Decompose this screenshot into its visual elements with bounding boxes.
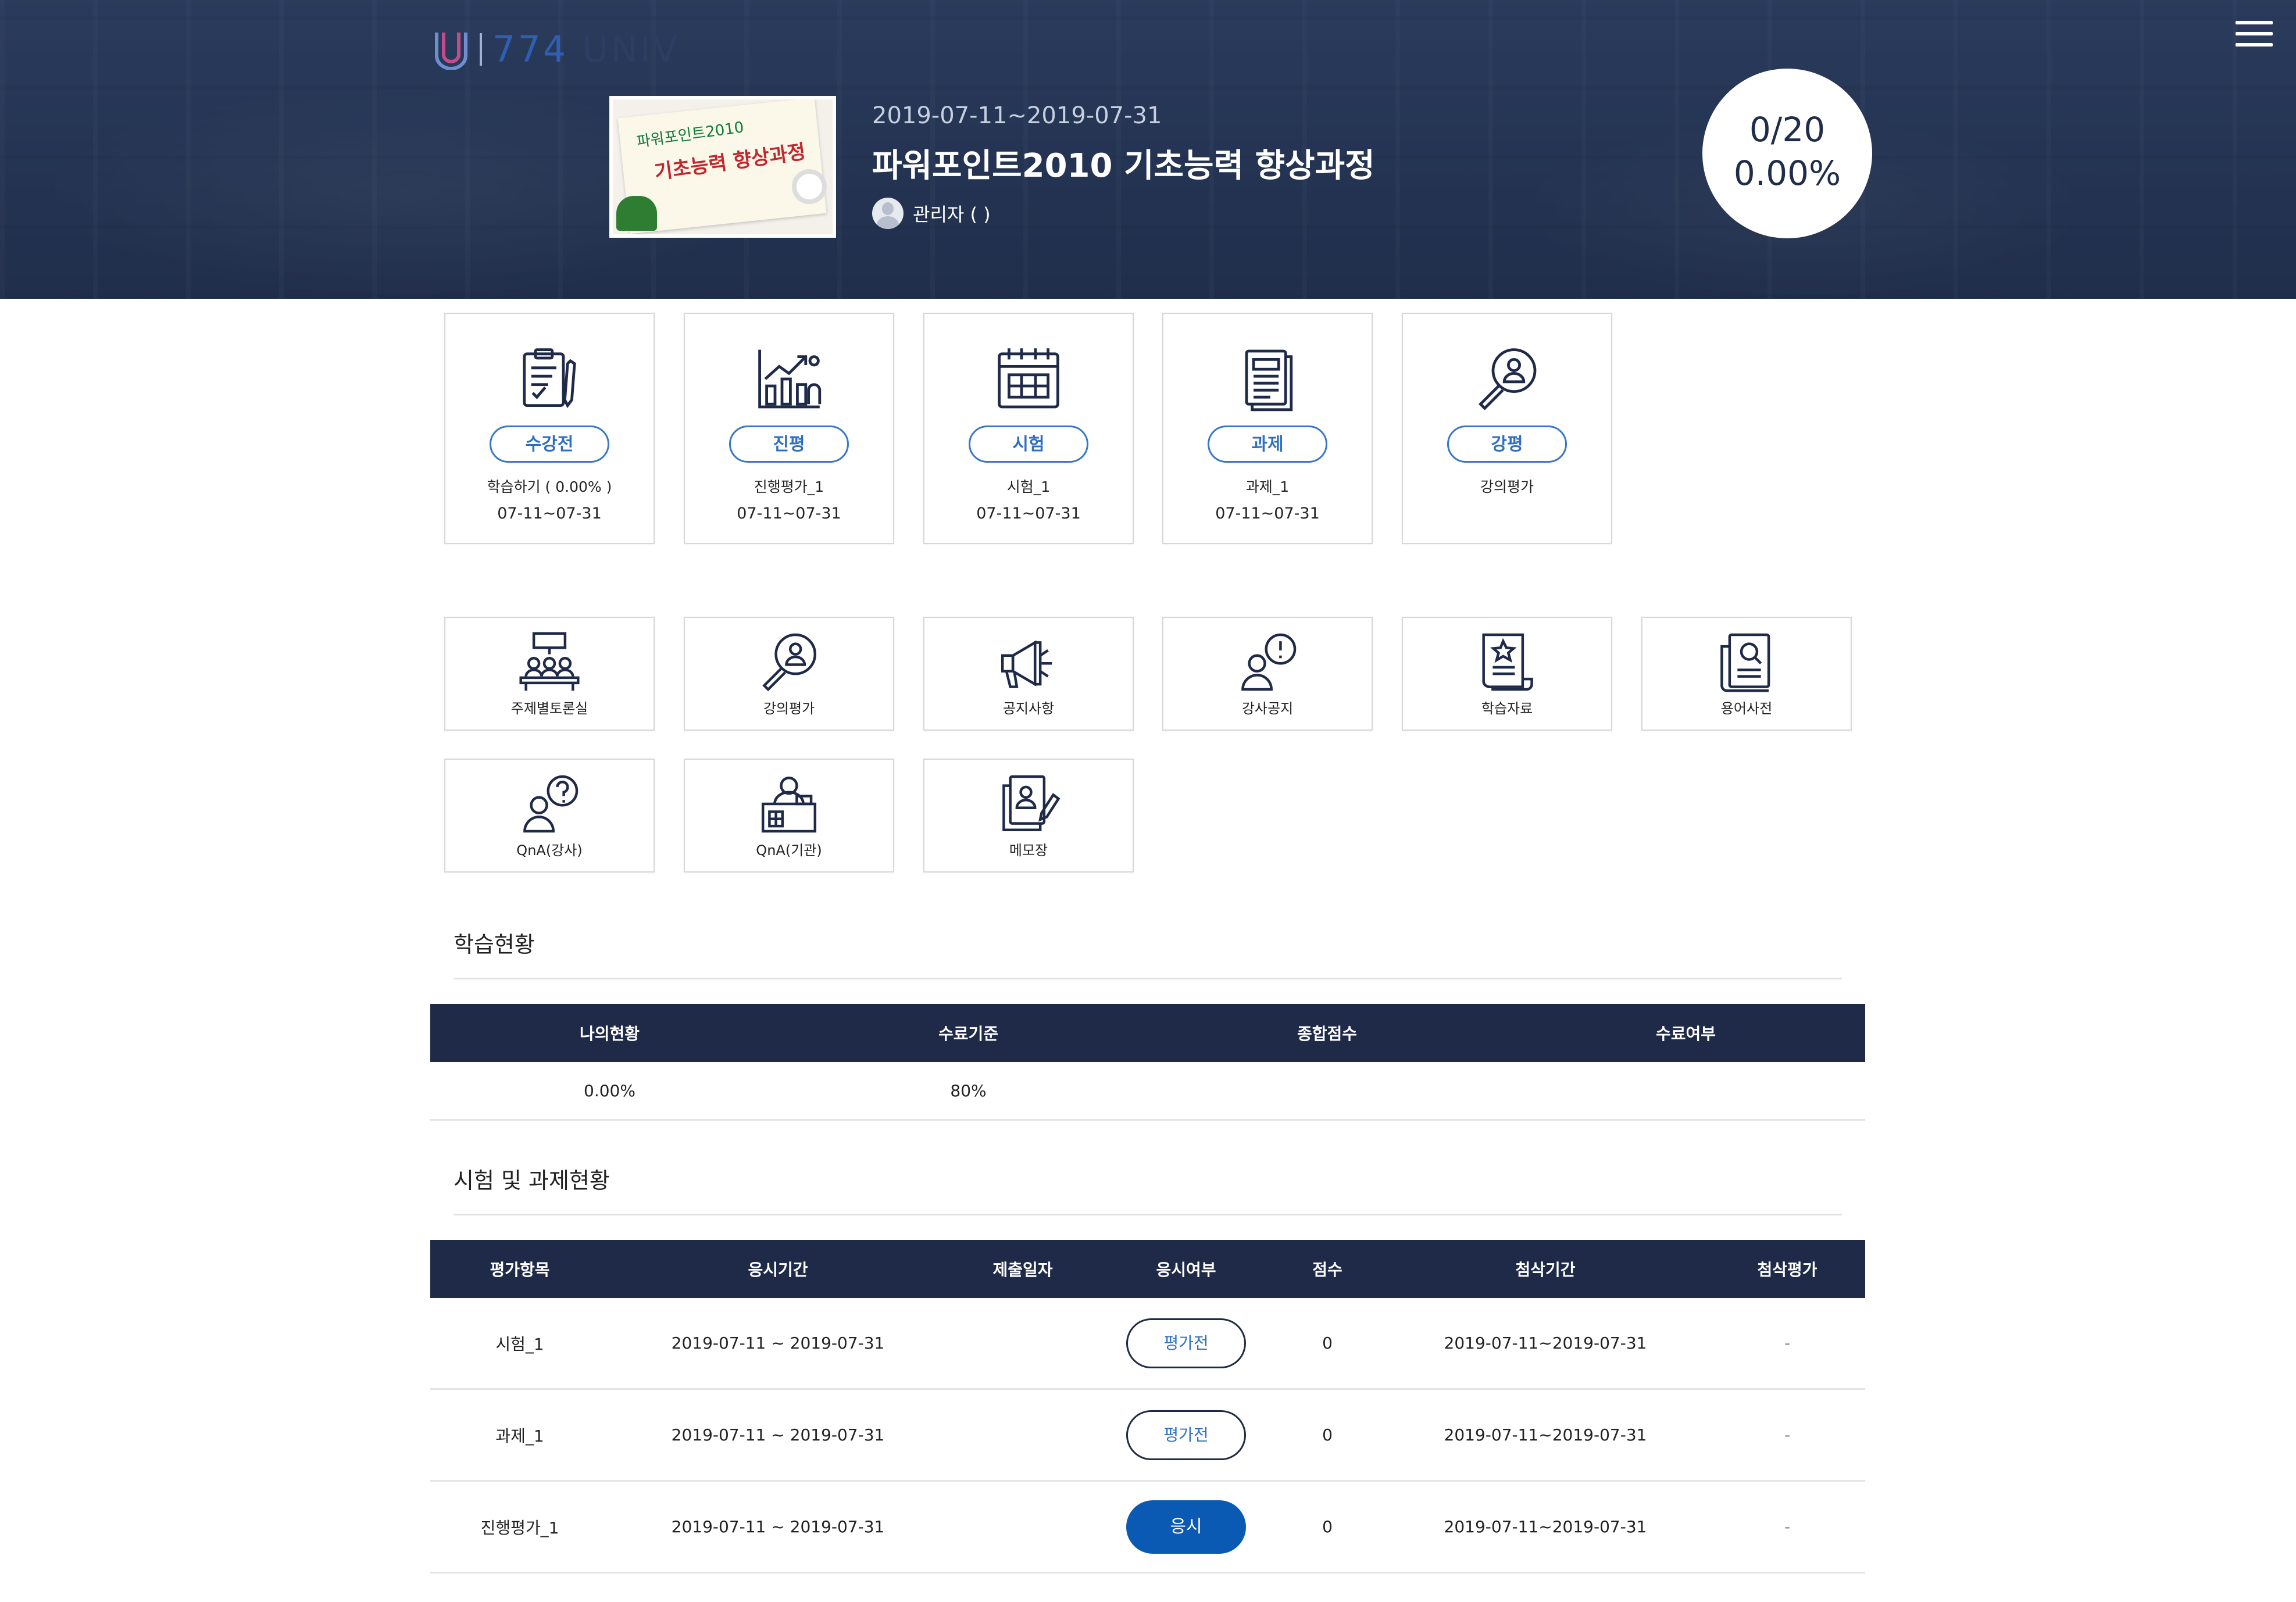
document-stack-icon <box>1245 349 1293 412</box>
table-row: 과제_1 2019-07-11 ~ 2019-07-31 평가전 0 2019-… <box>430 1390 1865 1482</box>
course-thumbnail: 파워포인트2010 기초능력 향상과정 <box>609 96 836 238</box>
menu-tile-memo[interactable]: 메모장 <box>923 759 1134 872</box>
completion-criteria-value: 80% <box>950 1081 987 1100</box>
stage-tile-lecture-eval[interactable]: 강평 강의평가 <box>1402 313 1612 544</box>
course-title: 파워포인트2010 기초능력 향상과정 <box>872 147 1375 185</box>
hamburger-menu-icon[interactable] <box>2236 21 2273 50</box>
course-header: 774 UNIV 파워포인트2010 기초능력 향상과정 2019-07-11~… <box>0 0 2296 299</box>
menu-tile-qna-agency[interactable]: QnA(기관) <box>684 759 894 872</box>
menu-tile-qna-instructor[interactable]: QnA(강사) <box>444 759 655 872</box>
agency-person-icon <box>761 776 817 833</box>
study-status-title: 학습현황 <box>454 932 535 957</box>
menu-tile-lecture-eval[interactable]: 강의평가 <box>684 617 894 731</box>
menu-tile-glossary[interactable]: 용어사전 <box>1641 617 1852 731</box>
course-period: 2019-07-11~2019-07-31 <box>872 102 1162 129</box>
menu-tile-materials[interactable]: 학습자료 <box>1402 617 1612 731</box>
table-row: 진행평가_1 2019-07-11 ~ 2019-07-31 응시 0 2019… <box>430 1482 1865 1574</box>
stage-tile-progress-eval[interactable]: 진평 진행평가_1 07-11~07-31 <box>684 313 894 544</box>
memo-pen-icon <box>1002 775 1060 832</box>
stage-tile-exam[interactable]: 시험 시험_1 07-11~07-31 <box>923 313 1134 544</box>
menu-tile-instructor-notice[interactable]: 강사공지 <box>1162 617 1373 731</box>
stage-tile-attendance[interactable]: 수강전 학습하기 ( 0.00% ) 07-11~07-31 <box>444 313 655 544</box>
instructor-name: 관리자 ( ) <box>913 203 991 226</box>
stage-badge: 과제 <box>1208 425 1327 463</box>
menu-tile-notice[interactable]: 공지사항 <box>923 617 1134 731</box>
person-alert-icon <box>1241 633 1297 691</box>
exam-status-table: 평가항목 응시기간 제출일자 응시여부 점수 첨삭기간 첨삭평가 시험_1 20… <box>430 1240 1865 1574</box>
megaphone-icon <box>1001 640 1052 688</box>
before-eval-button[interactable]: 평가전 <box>1126 1410 1246 1460</box>
study-status-table: 나의현황 수료기준 종합점수 수료여부 0.00% 80% <box>430 1004 1865 1121</box>
progress-count: 0/20 <box>1749 110 1826 149</box>
table-row: 시험_1 2019-07-11 ~ 2019-07-31 평가전 0 2019-… <box>430 1298 1865 1390</box>
before-eval-button[interactable]: 평가전 <box>1126 1318 1246 1368</box>
progress-percent: 0.00% <box>1733 153 1841 193</box>
instructor: 관리자 ( ) <box>872 198 991 229</box>
site-logo[interactable]: 774 UNIV <box>433 28 680 70</box>
plant-decoration <box>616 196 657 231</box>
document-search-icon <box>1720 633 1770 692</box>
menu-tile-discussion[interactable]: 주제별토론실 <box>444 617 655 731</box>
calendar-icon <box>998 348 1059 409</box>
search-person-icon <box>762 633 817 692</box>
divider <box>454 1214 1842 1215</box>
take-exam-button[interactable]: 응시 <box>1126 1500 1246 1554</box>
avatar <box>872 198 904 229</box>
scroll-star-icon <box>1482 633 1533 691</box>
logo-mark-icon <box>433 29 469 70</box>
divider <box>454 978 1842 979</box>
table-header: 평가항목 응시기간 제출일자 응시여부 점수 첨삭기간 첨삭평가 <box>430 1240 1865 1298</box>
stage-badge: 수강전 <box>490 425 609 463</box>
stage-badge: 강평 <box>1447 425 1567 463</box>
stage-tile-assignment[interactable]: 과제 과제_1 07-11~07-31 <box>1162 313 1373 544</box>
stage-badge: 진평 <box>729 425 849 463</box>
search-person-icon <box>1479 348 1537 410</box>
my-status-value: 0.00% <box>584 1081 635 1100</box>
stage-badge: 시험 <box>969 425 1088 463</box>
table-header: 나의현황 수료기준 종합점수 수료여부 <box>430 1004 1865 1062</box>
discussion-room-icon <box>519 632 580 691</box>
person-question-icon <box>523 775 579 833</box>
progress-circle: 0/20 0.00% <box>1702 69 1872 238</box>
table-row: 0.00% 80% <box>430 1062 1865 1121</box>
exam-status-title: 시험 및 과제현황 <box>454 1168 610 1193</box>
logo-text: 774 UNIV <box>492 28 680 70</box>
cup-decoration <box>792 169 827 204</box>
growth-chart-icon <box>758 349 822 409</box>
clipboard-pen-icon <box>523 348 576 409</box>
